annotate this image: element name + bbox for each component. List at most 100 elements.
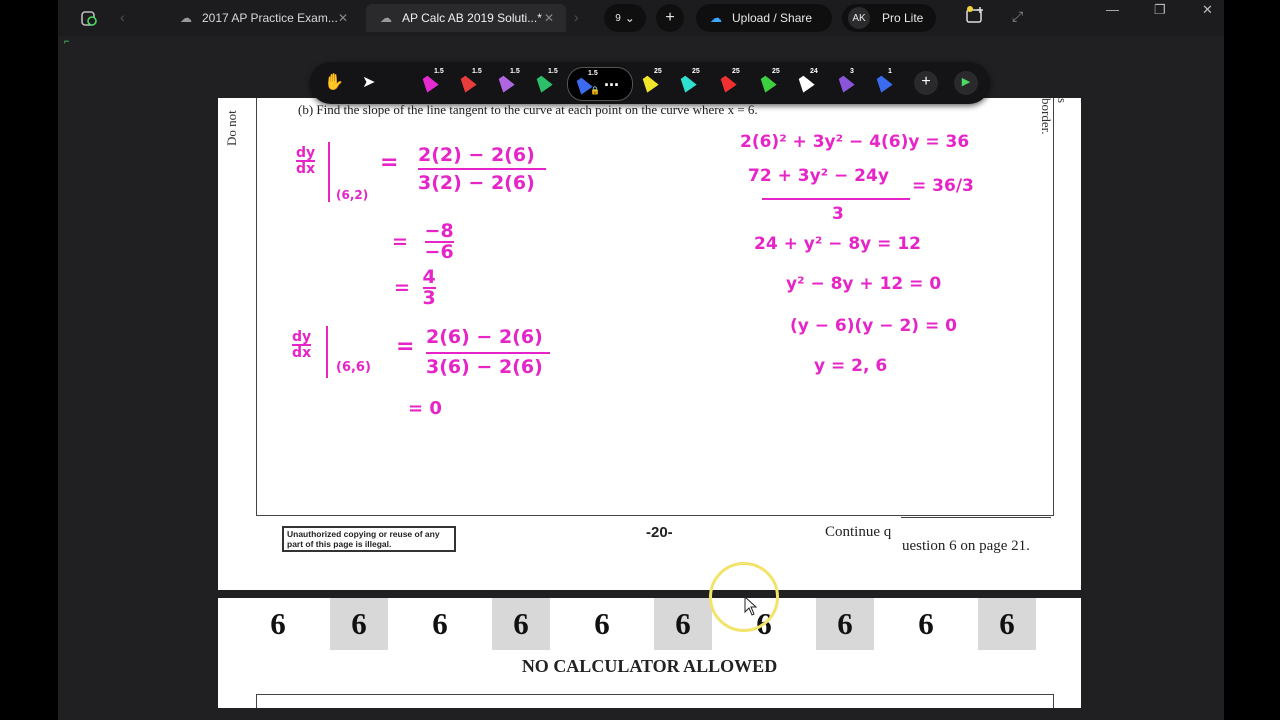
pen-tool-icon[interactable]: 24 bbox=[796, 68, 818, 94]
section-marker: 6 bbox=[594, 606, 610, 641]
section-marker: 6 bbox=[492, 598, 550, 650]
avatar: AK bbox=[848, 7, 870, 29]
copyright-notice: Unauthorized copying or reuse of any par… bbox=[282, 526, 456, 552]
hw-equals-2: = bbox=[396, 334, 415, 359]
marker-icon bbox=[457, 73, 476, 92]
forward-arrow-icon[interactable]: › bbox=[574, 9, 579, 25]
hw-frac1-den: 3(2) − 2(6) bbox=[418, 172, 535, 194]
hw-frac2-den: 3(6) − 2(6) bbox=[426, 356, 543, 378]
hw-frac2-num: 2(6) − 2(6) bbox=[426, 326, 543, 348]
close-icon[interactable]: ✕ bbox=[544, 11, 554, 25]
hw-dydx-2: dy dx bbox=[292, 329, 312, 361]
hw-r5: (y − 6)(y − 2) = 0 bbox=[790, 316, 957, 336]
section-marker: 6 bbox=[918, 606, 934, 641]
chevron-down-icon: ⌄ bbox=[624, 11, 635, 25]
pen-size-label: 1 bbox=[888, 68, 892, 75]
hw-r2-den: 3 bbox=[832, 204, 844, 224]
present-icon[interactable]: ▶ bbox=[954, 71, 978, 95]
pen-size-label: 1.5 bbox=[510, 68, 520, 75]
account-button[interactable]: AK Pro Lite bbox=[842, 4, 936, 32]
hand-tool-icon[interactable]: ✋ bbox=[324, 72, 346, 94]
plus-icon: + bbox=[665, 9, 675, 26]
no-calculator-heading: NO CALCULATOR ALLOWED bbox=[521, 656, 778, 676]
section-marker: 6 bbox=[654, 598, 712, 650]
section-marker: 6 bbox=[816, 598, 874, 650]
tab-practice-exam[interactable]: ☁ 2017 AP Practice Exam... ✕ bbox=[166, 4, 360, 32]
mouse-cursor-icon bbox=[744, 595, 758, 621]
continue-rest-text: uestion 6 on page 21. bbox=[902, 538, 1030, 554]
pen-tool-icon[interactable]: 25 bbox=[677, 68, 700, 94]
hw-frac1-num: 2(2) − 2(6) bbox=[418, 144, 535, 166]
cloud-off-icon: ☁ bbox=[380, 11, 392, 25]
expand-icon[interactable]: ⤢ bbox=[1012, 8, 1023, 25]
section-marker: 6 bbox=[270, 606, 286, 641]
close-window-icon[interactable]: ✕ bbox=[1202, 2, 1213, 18]
page-number: -20- bbox=[646, 524, 673, 541]
hw-equals-1: = bbox=[380, 150, 399, 175]
add-tool-icon[interactable]: + bbox=[914, 71, 938, 95]
tab-count-dropdown[interactable]: 9 ⌄ bbox=[604, 4, 646, 32]
hw-step2: = −8 −6 bbox=[392, 220, 454, 263]
document-page: (b) Find the slope of the line tangent t… bbox=[218, 98, 1081, 590]
hw-r4: y² − 8y + 12 = 0 bbox=[786, 274, 942, 294]
pen-tool-icon[interactable]: 3 bbox=[835, 68, 858, 94]
pen-tool-icon[interactable]: 25 bbox=[718, 68, 740, 94]
marker-icon bbox=[677, 73, 696, 92]
active-pen-highlight[interactable]: ... 🔒 1.5 bbox=[567, 67, 633, 101]
pen-tool-icon[interactable]: 25 bbox=[639, 68, 662, 94]
pen-tool-icon[interactable]: 1.5 bbox=[419, 68, 444, 94]
marker-icon bbox=[873, 73, 892, 92]
section-marker: 6 bbox=[330, 598, 388, 650]
margin-left-text: Do not bbox=[224, 110, 239, 146]
pen-size-label: 25 bbox=[654, 68, 662, 75]
hw-eval-bar-2 bbox=[326, 326, 328, 378]
hw-r2-num: 72 + 3y² − 24y bbox=[748, 166, 889, 186]
select-pointer-icon[interactable]: ➤ bbox=[362, 72, 384, 94]
pen-tool-icon[interactable]: 1.5 bbox=[495, 68, 520, 94]
close-icon[interactable]: ✕ bbox=[338, 11, 348, 25]
app-logo-icon[interactable] bbox=[80, 9, 98, 30]
pen-size-label: 1.5 bbox=[472, 68, 482, 75]
hw-r2-rhs: = 36/3 bbox=[912, 176, 974, 196]
pen-size-label: 1.5 bbox=[588, 70, 598, 77]
pen-tool-icon[interactable]: 1 bbox=[873, 68, 896, 94]
marker-icon bbox=[639, 73, 658, 92]
pen-size-label: 25 bbox=[692, 68, 700, 75]
new-window-icon[interactable] bbox=[964, 4, 986, 29]
pen-size-label: 1.5 bbox=[434, 68, 444, 75]
hw-r1: 2(6)² + 3y² − 4(6)y = 36 bbox=[740, 132, 970, 152]
tab-label: 2017 AP Practice Exam... bbox=[202, 11, 338, 25]
more-options-icon[interactable]: ... bbox=[604, 70, 619, 91]
annotation-toolbar: ✋ ➤ 1.5 1.5 1.5 1.5 25 25 25 25 24 3 1 + ▶ bbox=[310, 62, 990, 104]
pen-size-label: 3 bbox=[850, 68, 854, 75]
cloud-off-icon: ☁ bbox=[180, 11, 192, 25]
marker-icon bbox=[533, 73, 552, 92]
next-page: 6666666666 NO CALCULATOR ALLOWED bbox=[218, 598, 1081, 708]
hw-point-2: (6,6) bbox=[336, 360, 371, 375]
minimize-icon[interactable]: — bbox=[1106, 2, 1119, 17]
tab-label: AP Calc AB 2019 Soluti...* bbox=[402, 11, 542, 25]
hw-r6: y = 2, 6 bbox=[814, 356, 888, 376]
pen-tool-icon[interactable]: 25 bbox=[758, 68, 780, 94]
back-arrow-icon[interactable]: ‹ bbox=[120, 9, 125, 25]
pen-size-label: 1.5 bbox=[548, 68, 558, 75]
new-tab-button[interactable]: + bbox=[656, 4, 684, 32]
pen-size-label: 25 bbox=[772, 68, 780, 75]
hw-r2-bar bbox=[762, 198, 910, 200]
marker-icon bbox=[495, 73, 514, 92]
hw-r3: 24 + y² − 8y = 12 bbox=[754, 234, 921, 254]
pen-tool-icon[interactable]: 1.5 bbox=[457, 68, 482, 94]
hw-step4: = 0 bbox=[408, 398, 442, 419]
tab-calc-solutions[interactable]: ☁ AP Calc AB 2019 Soluti...* ✕ bbox=[366, 4, 566, 32]
continue-text: Continue q bbox=[825, 524, 892, 540]
hw-frac1-bar bbox=[418, 168, 546, 170]
marker-icon bbox=[835, 73, 854, 92]
restore-icon[interactable]: ❐ bbox=[1154, 2, 1166, 18]
pen-tool-icon[interactable]: 1.5 bbox=[533, 68, 558, 94]
hw-step3: = 43 bbox=[394, 266, 436, 309]
section-markers: 6666666666 bbox=[218, 598, 1081, 650]
hw-frac2-bar bbox=[426, 352, 550, 354]
hw-point-1: (6,2) bbox=[336, 188, 369, 202]
upload-share-button[interactable]: ☁ Upload / Share bbox=[696, 4, 832, 32]
marker-icon bbox=[419, 73, 438, 92]
